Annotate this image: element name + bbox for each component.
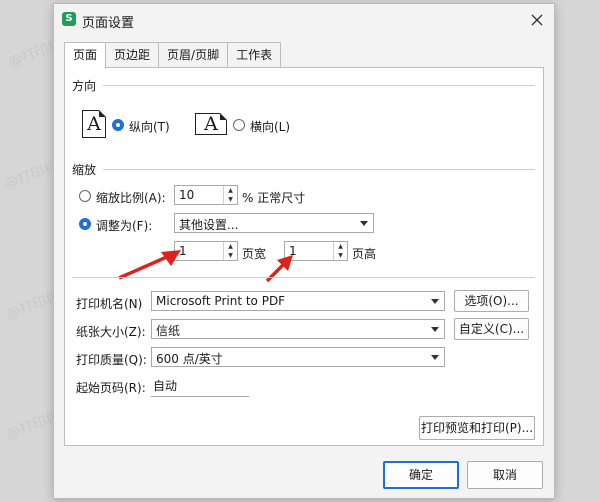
fit-to-label[interactable]: 调整为(F): — [96, 217, 152, 234]
printer-options-button[interactable]: 选项(O)... — [454, 290, 529, 312]
scaling-heading: 缩放 — [72, 163, 97, 177]
ok-button[interactable]: 确定 — [383, 461, 459, 489]
portrait-label[interactable]: 纵向(T) — [129, 118, 170, 135]
first-page-number-input[interactable]: 自动 — [151, 377, 249, 397]
spin-down-icon[interactable]: ▼ — [334, 251, 347, 260]
dialog-title: 页面设置 — [82, 16, 135, 31]
print-quality-select[interactable]: 600 点/英寸 — [151, 347, 445, 367]
tab-sheet[interactable]: 工作表 — [227, 42, 282, 68]
dropdown-caret-icon — [360, 221, 368, 226]
adjust-to-label[interactable]: 缩放比例(A): — [96, 189, 166, 206]
custom-size-button[interactable]: 自定义(C)... — [454, 318, 529, 340]
landscape-radio[interactable] — [233, 119, 245, 131]
orientation-divider — [103, 85, 535, 86]
tab-strip: 页面 页边距 页眉/页脚 工作表 — [64, 42, 282, 69]
paper-size-select[interactable]: 信纸 — [151, 319, 445, 339]
print-preview-button[interactable]: 打印预览和打印(P)... — [419, 416, 535, 440]
printer-name-label: 打印机名(N) — [76, 297, 143, 311]
normal-size-label: % 正常尺寸 — [242, 191, 306, 205]
print-quality-label: 打印质量(Q): — [76, 353, 147, 367]
tab-header-footer[interactable]: 页眉/页脚 — [158, 42, 229, 68]
landscape-page-icon: A — [195, 113, 227, 135]
page-setup-dialog: S 页面设置 页面 页边距 页眉/页脚 工作表 方向 A 纵向(T) A 横向(… — [53, 3, 555, 499]
portrait-radio[interactable] — [112, 119, 124, 131]
portrait-page-icon: A — [82, 110, 106, 138]
annotation-arrow-icon — [265, 255, 293, 283]
spin-up-icon[interactable]: ▲ — [224, 186, 237, 195]
printer-divider — [72, 277, 535, 278]
spin-down-icon[interactable]: ▼ — [224, 195, 237, 204]
adjust-to-radio[interactable] — [79, 190, 91, 202]
spreadsheet-app-icon: S — [62, 12, 76, 26]
close-button[interactable] — [526, 9, 548, 31]
printer-name-select[interactable]: Microsoft Print to PDF — [151, 291, 445, 311]
dropdown-caret-icon — [431, 355, 439, 360]
spin-up-icon[interactable]: ▲ — [334, 242, 347, 251]
paper-size-label: 纸张大小(Z): — [76, 325, 146, 339]
close-icon — [531, 14, 543, 26]
landscape-label[interactable]: 横向(L) — [250, 118, 290, 135]
title-bar: S 页面设置 — [54, 4, 554, 36]
tab-page[interactable]: 页面 — [64, 42, 107, 69]
page-tab-panel: 方向 A 纵向(T) A 横向(L) 缩放 缩放比例(A): 10 ▲ ▼ % 正… — [64, 67, 544, 446]
orientation-heading: 方向 — [72, 79, 97, 93]
scaling-divider — [103, 169, 535, 170]
cancel-button[interactable]: 取消 — [467, 461, 543, 489]
tab-margins[interactable]: 页边距 — [105, 42, 160, 68]
dropdown-caret-icon — [431, 327, 439, 332]
adjust-percent-spinner[interactable]: 10 ▲ ▼ — [174, 185, 238, 205]
adjust-percent-value: 10 — [179, 188, 195, 202]
spin-down-icon[interactable]: ▼ — [224, 251, 237, 260]
dropdown-caret-icon — [431, 299, 439, 304]
spin-up-icon[interactable]: ▲ — [224, 242, 237, 251]
fit-to-radio[interactable] — [79, 218, 91, 230]
fit-to-select[interactable]: 其他设置... — [174, 213, 374, 233]
first-page-number-label: 起始页码(R): — [76, 381, 146, 395]
pages-tall-label: 页高 — [352, 247, 377, 261]
